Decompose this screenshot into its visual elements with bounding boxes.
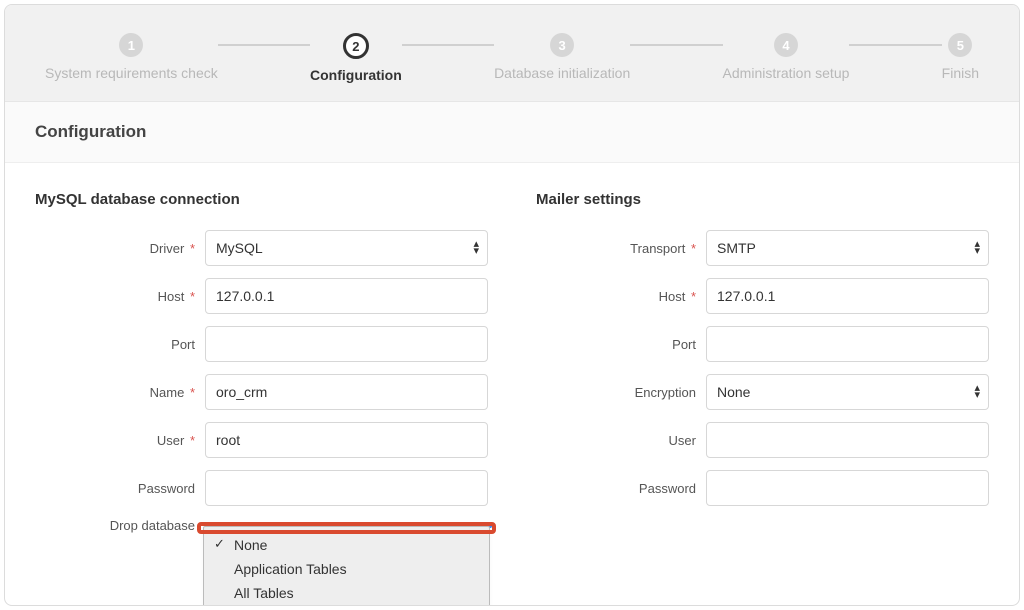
mailer-port-label: Port <box>536 337 706 352</box>
db-column: MySQL database connection Driver * MySQL… <box>35 191 488 545</box>
wizard-step[interactable]: 5 Finish <box>942 33 979 81</box>
mailer-host-label: Host * <box>536 289 706 304</box>
mailer-user-input[interactable] <box>706 422 989 458</box>
chevron-updown-icon <box>473 239 479 257</box>
mailer-encryption-select[interactable]: None <box>706 374 989 410</box>
db-password-input[interactable] <box>205 470 488 506</box>
mailer-port-input[interactable] <box>706 326 989 362</box>
mailer-password-label: Password <box>536 481 706 496</box>
page-title: Configuration <box>35 122 989 142</box>
step-connector <box>630 44 722 46</box>
db-drop-label: Drop database <box>35 518 205 533</box>
step-number-badge: 5 <box>948 33 972 57</box>
db-port-label: Port <box>35 337 205 352</box>
page-title-bar: Configuration <box>5 102 1019 163</box>
step-number-badge: 4 <box>774 33 798 57</box>
form-body: MySQL database connection Driver * MySQL… <box>5 163 1019 605</box>
mailer-transport-select[interactable]: SMTP <box>706 230 989 266</box>
mailer-heading: Mailer settings <box>536 191 989 208</box>
step-number-badge: 1 <box>119 33 143 57</box>
db-name-input[interactable] <box>205 374 488 410</box>
step-number-badge: 2 <box>343 33 369 59</box>
mailer-transport-label: Transport * <box>536 241 706 256</box>
db-heading: MySQL database connection <box>35 191 488 208</box>
chevron-updown-icon <box>974 383 980 401</box>
app-frame: 1 System requirements check 2 Configuration… <box>4 4 1020 606</box>
step-label: Administration setup <box>723 65 850 81</box>
step-connector <box>218 44 310 46</box>
dropdown-option[interactable]: Application Tables <box>204 557 489 581</box>
step-number-badge: 3 <box>550 33 574 57</box>
mailer-user-label: User <box>536 433 706 448</box>
step-label: Database initialization <box>494 65 630 81</box>
wizard-steps-bar: 1 System requirements check 2 Configuration… <box>5 5 1019 102</box>
mailer-host-input[interactable] <box>706 278 989 314</box>
db-host-label: Host * <box>35 289 205 304</box>
db-name-label: Name * <box>35 385 205 400</box>
db-driver-label: Driver * <box>35 241 205 256</box>
step-label: Finish <box>942 65 979 81</box>
step-connector <box>402 44 494 46</box>
db-driver-select[interactable]: MySQL <box>205 230 488 266</box>
step-label: System requirements check <box>45 65 218 81</box>
wizard-step[interactable]: 1 System requirements check <box>45 33 218 81</box>
mailer-column: Mailer settings Transport * SMTP Host * … <box>536 191 989 545</box>
step-connector <box>849 44 941 46</box>
wizard-step[interactable]: 4 Administration setup <box>723 33 850 81</box>
db-user-label: User * <box>35 433 205 448</box>
wizard-step[interactable]: 3 Database initialization <box>494 33 630 81</box>
dropdown-option[interactable]: None <box>204 533 489 557</box>
mailer-encryption-label: Encryption <box>536 385 706 400</box>
db-port-input[interactable] <box>205 326 488 362</box>
db-password-label: Password <box>35 481 205 496</box>
db-host-input[interactable] <box>205 278 488 314</box>
chevron-updown-icon <box>974 239 980 257</box>
dropdown-option[interactable]: All Tables <box>204 581 489 605</box>
db-user-input[interactable] <box>205 422 488 458</box>
db-drop-dropdown-menu[interactable]: NoneApplication TablesAll Tables <box>203 526 490 607</box>
wizard-step[interactable]: 2 Configuration <box>310 33 402 83</box>
step-label: Configuration <box>310 67 402 83</box>
mailer-password-input[interactable] <box>706 470 989 506</box>
